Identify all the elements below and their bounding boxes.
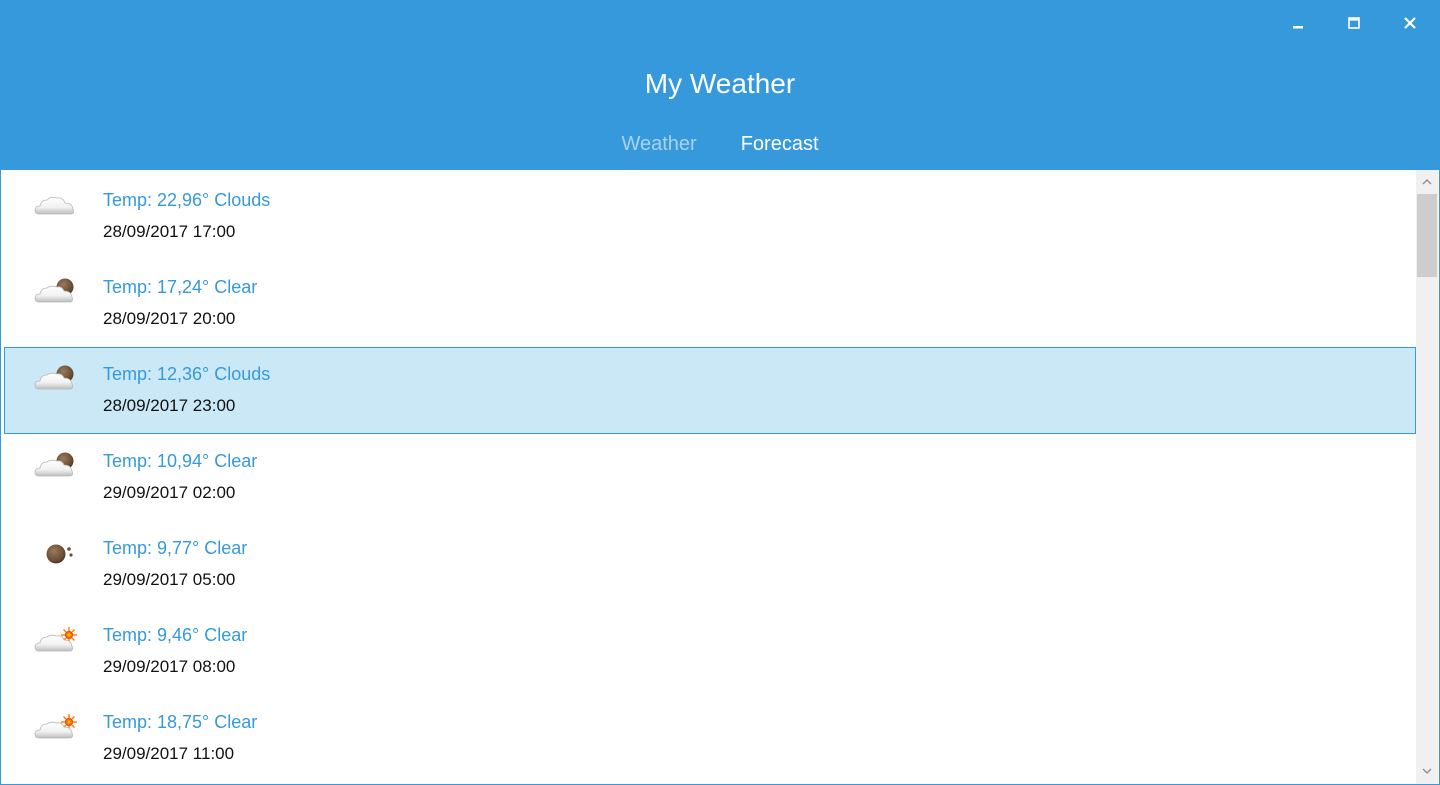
forecast-item[interactable]: Temp: 17,24° Clear 28/09/2017 20:00: [4, 260, 1416, 347]
forecast-temp: Temp: 10,94° Clear: [103, 451, 258, 471]
close-button[interactable]: [1390, 8, 1430, 38]
forecast-item[interactable]: Temp: 18,75° Clear 29/09/2017 11:00: [4, 695, 1416, 782]
forecast-item[interactable]: Temp: 9,77° Clear 29/09/2017 05:00: [4, 521, 1416, 608]
scroll-down-icon: [1422, 768, 1432, 774]
moon-icon: [46, 544, 73, 564]
forecast-date: 29/09/2017 08:00: [103, 657, 236, 676]
forecast-date: 29/09/2017 02:00: [103, 483, 236, 502]
scroll-up-icon: [1422, 179, 1432, 185]
cloud-night-icon: [34, 452, 74, 477]
cloud-night-icon: [34, 365, 74, 390]
maximize-button[interactable]: [1334, 8, 1374, 38]
scroll-up-button[interactable]: [1416, 171, 1438, 193]
cloud-sun-icon: [34, 714, 77, 739]
app-title: My Weather: [644, 68, 796, 99]
minimize-button[interactable]: [1278, 8, 1318, 38]
close-icon: [1404, 17, 1416, 29]
tab-bar: Weather Forecast: [0, 128, 1440, 160]
cloud-night-icon: [34, 278, 74, 303]
forecast-item-selected[interactable]: Temp: 12,36° Clouds 28/09/2017 23:00: [4, 347, 1416, 434]
forecast-date: 28/09/2017 17:00: [103, 222, 236, 241]
cloud-sun-icon: [34, 627, 77, 652]
vertical-scrollbar[interactable]: [1416, 170, 1438, 784]
scroll-down-button[interactable]: [1416, 760, 1438, 782]
forecast-panel: Temp: 22,96° Clouds 28/09/2017 17:00 Tem…: [0, 170, 1440, 785]
scroll-thumb[interactable]: [1417, 194, 1437, 277]
forecast-temp: Temp: 22,96° Clouds: [103, 190, 271, 210]
minimize-icon: [1293, 26, 1303, 29]
forecast-temp: Temp: 18,75° Clear: [103, 712, 258, 732]
cloud-icon: [34, 196, 74, 215]
maximize-icon: [1348, 17, 1360, 29]
forecast-date: 29/09/2017 05:00: [103, 570, 236, 589]
forecast-date: 29/09/2017 11:00: [103, 744, 235, 763]
tab-weather[interactable]: Weather: [621, 128, 696, 160]
forecast-temp: Temp: 9,46° Clear: [103, 625, 248, 645]
forecast-item[interactable]: Temp: 9,46° Clear 29/09/2017 08:00: [4, 608, 1416, 695]
forecast-temp: Temp: 17,24° Clear: [103, 277, 258, 297]
forecast-date: 28/09/2017 23:00: [103, 396, 236, 415]
forecast-temp: Temp: 12,36° Clouds: [103, 364, 271, 384]
forecast-temp: Temp: 9,77° Clear: [103, 538, 248, 558]
tab-forecast[interactable]: Forecast: [741, 128, 819, 160]
forecast-list[interactable]: Temp: 22,96° Clouds 28/09/2017 17:00 Tem…: [4, 173, 1416, 782]
forecast-date: 28/09/2017 20:00: [103, 309, 236, 328]
title-bar: My Weather Weather Forecast: [0, 0, 1440, 170]
forecast-item[interactable]: Temp: 10,94° Clear 29/09/2017 02:00: [4, 434, 1416, 521]
forecast-item[interactable]: Temp: 22,96° Clouds 28/09/2017 17:00: [4, 173, 1416, 260]
